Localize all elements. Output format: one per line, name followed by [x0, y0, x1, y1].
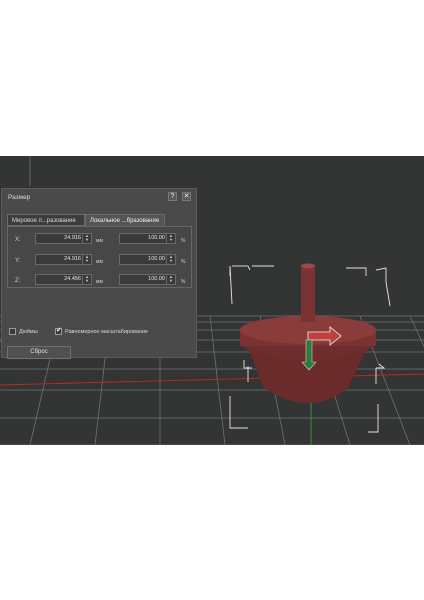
- dimensions-panel: X: 24.916 ▲ ▼ мм 100.00 ▲ ▼ % Y: 24.916 ▲ ▼…: [7, 226, 192, 288]
- x-percent-unit: %: [181, 238, 186, 244]
- transform-tabs: Мировое п...разование Локальное ...бразо…: [7, 214, 165, 226]
- scale-dialog: Размер ? ✕ Мировое п...разование Локальн…: [1, 188, 197, 359]
- z-percent-value: 100.00: [148, 276, 165, 282]
- spin-down-icon[interactable]: ▼: [167, 279, 175, 283]
- dialog-titlebar[interactable]: Размер ? ✕: [2, 189, 196, 205]
- x-size-value: 24.916: [64, 235, 81, 241]
- y-percent-spinner[interactable]: ▲ ▼: [166, 255, 175, 264]
- y-percent-input[interactable]: 100.00 ▲ ▼: [119, 254, 176, 265]
- close-button[interactable]: ✕: [182, 192, 191, 201]
- tab-local-transform[interactable]: Локальное ...бразование: [85, 214, 165, 226]
- spin-down-icon[interactable]: ▼: [167, 238, 175, 242]
- spin-down-icon[interactable]: ▼: [167, 259, 175, 263]
- x-percent-spinner[interactable]: ▲ ▼: [166, 234, 175, 243]
- dialog-title: Размер: [8, 194, 31, 201]
- y-percent-unit: %: [181, 259, 186, 265]
- x-percent-input[interactable]: 100.00 ▲ ▼: [119, 233, 176, 244]
- inches-label: Дюймы: [19, 329, 38, 335]
- help-button[interactable]: ?: [168, 192, 177, 201]
- z-size-spinner[interactable]: ▲ ▼: [82, 275, 91, 284]
- z-size-value: 24.456: [64, 276, 81, 282]
- uniform-scale-checkbox[interactable]: ✔: [55, 327, 62, 335]
- y-percent-value: 100.00: [148, 256, 165, 262]
- x-axis-line: [0, 373, 424, 386]
- x-unit: мм: [96, 238, 103, 244]
- x-size-input[interactable]: 24.916 ▲ ▼: [35, 233, 92, 244]
- inches-checkbox[interactable]: [9, 328, 16, 335]
- reset-button[interactable]: Сброс: [7, 346, 71, 359]
- z-percent-input[interactable]: 100.00 ▲ ▼: [119, 274, 176, 285]
- checkmark-icon: ✔: [56, 327, 62, 334]
- 3d-viewport[interactable]: Размер ? ✕ Мировое п...разование Локальн…: [0, 156, 424, 445]
- y-size-spinner[interactable]: ▲ ▼: [82, 255, 91, 264]
- spin-down-icon[interactable]: ▼: [83, 238, 91, 242]
- z-percent-spinner[interactable]: ▲ ▼: [166, 275, 175, 284]
- uniform-scale-label: Равномерное масштабирование: [65, 329, 149, 335]
- y-size-value: 24.916: [64, 256, 81, 262]
- x-label: X:: [15, 237, 21, 243]
- z-size-input[interactable]: 24.456 ▲ ▼: [35, 274, 92, 285]
- z-unit: мм: [96, 279, 103, 285]
- y-size-input[interactable]: 24.916 ▲ ▼: [35, 254, 92, 265]
- spin-down-icon[interactable]: ▼: [83, 259, 91, 263]
- y-label: Y:: [15, 258, 21, 264]
- z-percent-unit: %: [181, 279, 186, 285]
- x-size-spinner[interactable]: ▲ ▼: [82, 234, 91, 243]
- z-label: Z:: [15, 278, 21, 284]
- y-unit: мм: [96, 259, 103, 265]
- spin-down-icon[interactable]: ▼: [83, 279, 91, 283]
- tab-world-transform[interactable]: Мировое п...разование: [7, 214, 85, 226]
- x-percent-value: 100.00: [148, 235, 165, 241]
